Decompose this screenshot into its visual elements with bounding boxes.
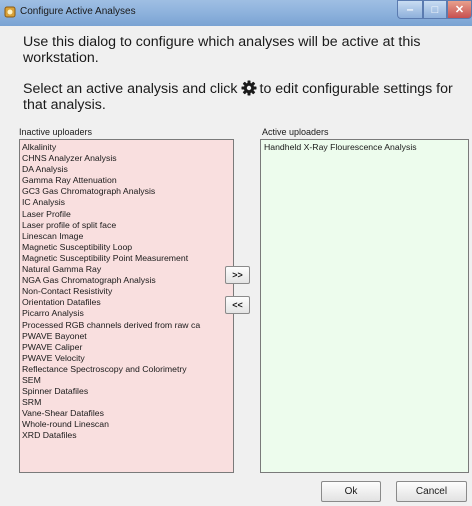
instruction-text-start: Select an active analysis and click: [23, 81, 238, 97]
list-item[interactable]: Magnetic Susceptibility Loop: [22, 242, 233, 253]
move-to-active-button[interactable]: >>: [225, 266, 250, 284]
instruction-text: Select an active analysis and click to e…: [23, 80, 468, 113]
list-item[interactable]: Alkalinity: [22, 142, 233, 153]
inactive-uploaders-list[interactable]: Alkalinity CHNS Analyzer Analysis DA Ana…: [19, 139, 234, 473]
minimize-button[interactable]: ‒: [397, 0, 423, 19]
list-item[interactable]: SRM: [22, 397, 233, 408]
list-item[interactable]: Natural Gamma Ray: [22, 264, 233, 275]
active-uploaders-list[interactable]: Handheld X-Ray Flourescence Analysis: [260, 139, 469, 473]
list-item[interactable]: SEM: [22, 375, 233, 386]
list-item[interactable]: XRD Datafiles: [22, 430, 233, 441]
list-item[interactable]: Handheld X-Ray Flourescence Analysis: [264, 142, 468, 153]
close-button[interactable]: ✕: [447, 0, 472, 19]
list-item[interactable]: DA Analysis: [22, 164, 233, 175]
list-item[interactable]: IC Analysis: [22, 197, 233, 208]
ok-button[interactable]: Ok: [321, 481, 381, 502]
list-item[interactable]: Whole-round Linescan: [22, 419, 233, 430]
list-item[interactable]: Reflectance Spectroscopy and Colorimetry: [22, 364, 233, 375]
list-item[interactable]: CHNS Analyzer Analysis: [22, 153, 233, 164]
list-item[interactable]: Magnetic Susceptibility Point Measuremen…: [22, 253, 233, 264]
list-item[interactable]: PWAVE Bayonet: [22, 331, 233, 342]
list-item[interactable]: PWAVE Caliper: [22, 342, 233, 353]
list-item[interactable]: Processed RGB channels derived from raw …: [22, 320, 233, 331]
title-bar[interactable]: Configure Active Analyses ‒ □ ✕: [0, 0, 472, 26]
maximize-button[interactable]: □: [423, 0, 447, 19]
cancel-button[interactable]: Cancel: [396, 481, 467, 502]
list-item[interactable]: Picarro Analysis: [22, 308, 233, 319]
configure-dialog: Configure Active Analyses ‒ □ ✕ Use this…: [0, 0, 472, 506]
app-icon: [4, 6, 16, 18]
list-item[interactable]: Laser Profile: [22, 209, 233, 220]
list-item[interactable]: Non-Contact Resistivity: [22, 286, 233, 297]
active-uploaders-label: Active uploaders: [262, 127, 329, 137]
list-item[interactable]: Gamma Ray Attenuation: [22, 175, 233, 186]
list-item[interactable]: Spinner Datafiles: [22, 386, 233, 397]
list-item[interactable]: Laser profile of split face: [22, 220, 233, 231]
gear-icon: [241, 80, 256, 96]
list-item[interactable]: GC3 Gas Chromatograph Analysis: [22, 186, 233, 197]
list-item[interactable]: NGA Gas Chromatograph Analysis: [22, 275, 233, 286]
window-title: Configure Active Analyses: [20, 6, 136, 17]
list-item[interactable]: Vane-Shear Datafiles: [22, 408, 233, 419]
inactive-uploaders-label: Inactive uploaders: [19, 127, 93, 137]
intro-text: Use this dialog to configure which analy…: [23, 34, 421, 66]
move-to-inactive-button[interactable]: <<: [225, 296, 250, 314]
list-item[interactable]: Linescan Image: [22, 231, 233, 242]
list-item[interactable]: Orientation Datafiles: [22, 297, 233, 308]
list-item[interactable]: PWAVE Velocity: [22, 353, 233, 364]
